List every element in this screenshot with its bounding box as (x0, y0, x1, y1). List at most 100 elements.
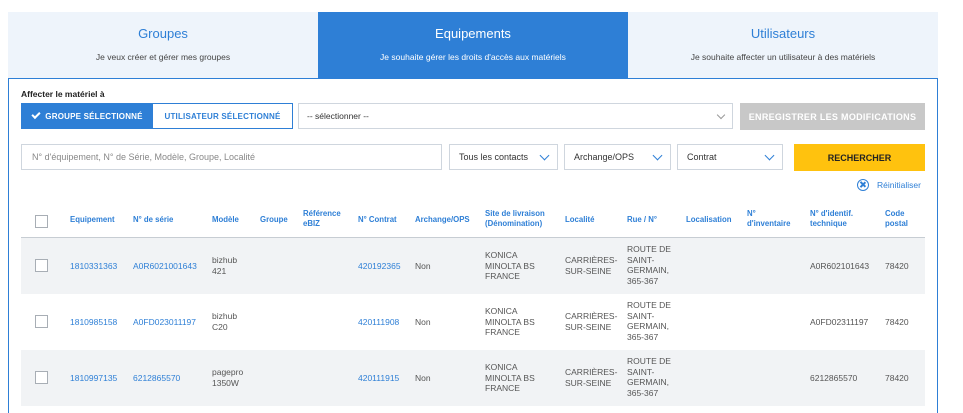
serial-link[interactable]: A0R6021001643 (133, 261, 197, 272)
col-code-postal[interactable]: Code postal (885, 209, 908, 229)
col-ident-line1: N° d'identif. (810, 209, 854, 218)
search-input[interactable]: N° d'équipement, N° de Série, Modèle, Gr… (21, 144, 442, 170)
rue-line3: GERMAIN, (627, 321, 670, 331)
archange-dropdown[interactable]: Archange/OPS (564, 144, 671, 170)
tab-utilisateurs[interactable]: Utilisateurs Je souhaite affecter un uti… (628, 12, 938, 78)
ident-cell: A0FD02311197 (810, 317, 869, 327)
site-line1: KONICA (485, 250, 518, 260)
contrat-dropdown-value: Contrat (687, 152, 717, 162)
site-line3: FRANCE (485, 271, 520, 281)
equipment-link[interactable]: 1810997135 (70, 373, 117, 384)
model-cell: bizhub C20 (212, 311, 237, 332)
col-serie[interactable]: N° de série (133, 215, 173, 225)
chevron-down-icon (652, 150, 663, 161)
rue-line2: SAINT- (627, 254, 655, 265)
localite-line1: CARRIÈRES- (565, 311, 618, 321)
model-line1: pagepro (212, 367, 244, 377)
site-line2: MINOLTA BS (485, 316, 535, 327)
row-checkbox[interactable] (35, 259, 48, 272)
contacts-dropdown-value: Tous les contacts (459, 152, 529, 162)
col-ident[interactable]: N° d'identif. technique (810, 209, 853, 229)
select-all-checkbox[interactable] (35, 215, 48, 228)
serial-link[interactable]: 6212865570 (133, 373, 180, 384)
col-site-line1: Site de livraison (485, 209, 545, 218)
contract-link[interactable]: 420192365 (358, 261, 401, 272)
site-cell: KONICA MINOLTA BS FRANCE (485, 306, 535, 338)
localite-line2: SUR-SEINE (565, 265, 612, 276)
model-line1: bizhub (212, 311, 238, 321)
site-cell: KONICA MINOLTA BS FRANCE (485, 250, 535, 282)
postal-code-cell: 78420 (885, 373, 909, 383)
tab-equipements[interactable]: Equipements Je souhaite gérer les droits… (318, 12, 628, 78)
postal-code-cell: 78420 (885, 317, 909, 327)
contract-link[interactable]: 420111908 (358, 317, 399, 328)
rue-line4: 365-367 (627, 275, 659, 286)
check-icon (31, 109, 41, 120)
model-cell: pagepro 1350W (212, 367, 243, 388)
save-changes-button[interactable]: ENREGISTRER LES MODIFICATIONS (740, 103, 925, 130)
site-line3: FRANCE (485, 383, 520, 393)
rue-cell: ROUTE DE SAINT- GERMAIN, 365-367 (627, 300, 671, 342)
rue-line1: ROUTE DE (627, 300, 671, 310)
chevron-down-icon (716, 110, 726, 120)
localite-line2: SUR-SEINE (565, 321, 612, 332)
reset-link[interactable]: Réinitialiser (857, 179, 921, 191)
tab-bar: Groupes Je veux créer et gérer mes group… (8, 12, 938, 78)
col-rue[interactable]: Rue / N° (627, 215, 657, 225)
tab-groupes[interactable]: Groupes Je veux créer et gérer mes group… (8, 12, 318, 78)
archange-cell: Non (415, 373, 431, 383)
rue-line4: 365-367 (627, 331, 659, 342)
search-button[interactable]: RECHERCHER (794, 144, 925, 171)
col-inventaire-line2: d'inventaire (747, 219, 791, 228)
rue-line2: SAINT- (627, 366, 655, 377)
site-line1: KONICA (485, 306, 518, 316)
rue-cell: ROUTE DE SAINT- GERMAIN, 365-367 (627, 356, 671, 398)
assign-target-toggle: GROUPE SÉLECTIONNÉ UTILISATEUR SÉLECTION… (21, 103, 293, 129)
group-selected-button[interactable]: GROUPE SÉLECTIONNÉ (22, 104, 153, 128)
col-equipement[interactable]: Equipement (70, 215, 115, 225)
col-inventaire[interactable]: N° d'inventaire (747, 209, 790, 229)
tab-groupes-title: Groupes (138, 26, 188, 41)
col-contrat[interactable]: N° Contrat (358, 215, 397, 225)
col-localisation[interactable]: Localisation (686, 215, 732, 225)
ident-cell: 6212865570 (810, 373, 858, 383)
user-selected-button[interactable]: UTILISATEUR SÉLECTIONNÉ (153, 104, 292, 128)
col-groupe[interactable]: Groupe (260, 215, 288, 225)
site-cell: KONICA MINOLTA BS FRANCE (485, 362, 535, 394)
col-ref-ebiz[interactable]: Référence eBIZ (303, 209, 341, 229)
col-modele[interactable]: Modèle (212, 215, 239, 225)
col-ident-line2: technique (810, 219, 847, 228)
equipment-link[interactable]: 1810985158 (70, 317, 117, 328)
assign-select[interactable]: -- sélectionner -- (298, 103, 733, 129)
row-checkbox[interactable] (35, 371, 48, 384)
tab-equipements-title: Equipements (435, 26, 511, 41)
assign-label: Affecter le matériel à (21, 89, 105, 99)
rue-line1: ROUTE DE (627, 244, 671, 254)
assign-select-value: -- sélectionner -- (307, 111, 369, 121)
tab-equipements-subtitle: Je souhaite gérer les droits d'accès aux… (380, 52, 566, 62)
chevron-down-icon (539, 150, 550, 161)
rue-line3: GERMAIN, (627, 265, 670, 275)
localite-line2: SUR-SEINE (565, 377, 612, 388)
col-ref-ebiz-line2: eBIZ (303, 219, 320, 228)
contract-link[interactable]: 420111915 (358, 373, 399, 384)
equipment-link[interactable]: 1810331363 (70, 261, 117, 272)
table-row: 1810997135 6212865570 pagepro 1350W 4201… (21, 350, 925, 406)
contacts-dropdown[interactable]: Tous les contacts (449, 144, 558, 170)
localite-line1: CARRIÈRES- (565, 255, 618, 265)
archange-dropdown-value: Archange/OPS (574, 152, 635, 162)
col-site[interactable]: Site de livraison (Dénomination) (485, 209, 545, 229)
col-archange[interactable]: Archange/OPS (415, 215, 470, 225)
group-selected-label: GROUPE SÉLECTIONNÉ (45, 111, 143, 121)
rue-line1: ROUTE DE (627, 356, 671, 366)
contrat-dropdown[interactable]: Contrat (677, 144, 783, 170)
tab-utilisateurs-title: Utilisateurs (750, 26, 816, 41)
tab-groupes-subtitle: Je veux créer et gérer mes groupes (95, 52, 231, 62)
serial-link[interactable]: A0FD023011197 (133, 317, 196, 328)
row-checkbox[interactable] (35, 315, 48, 328)
col-ref-ebiz-line1: Référence (303, 209, 341, 218)
localite-cell: CARRIÈRES- SUR-SEINE (565, 311, 617, 332)
ident-cell: A0R602101643 (810, 261, 870, 271)
site-line2: MINOLTA BS (485, 260, 535, 271)
col-localite[interactable]: Localité (565, 215, 594, 225)
